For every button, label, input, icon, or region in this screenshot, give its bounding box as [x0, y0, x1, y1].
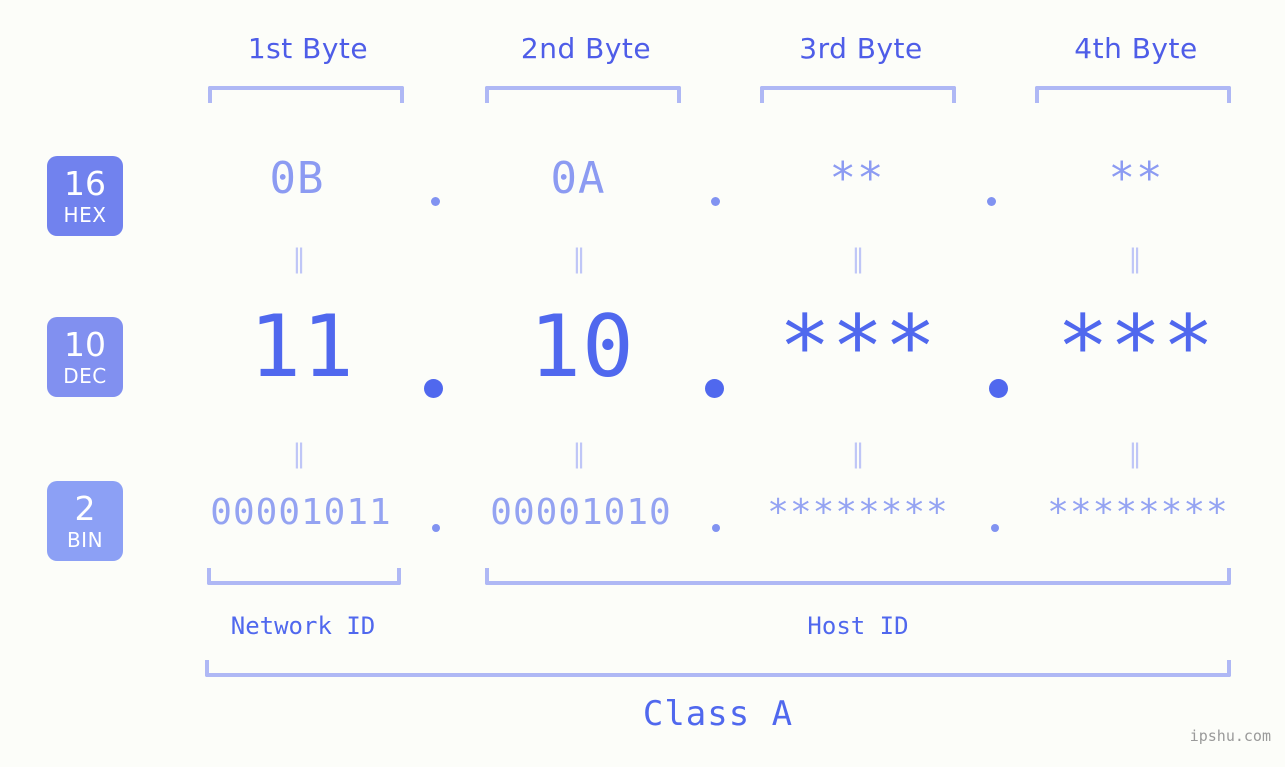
hex-byte-4: **	[1108, 153, 1164, 204]
network-id-bracket	[207, 568, 401, 585]
bin-dot-2	[712, 524, 720, 532]
equals-mark-dec-bin-2: ‖	[572, 439, 588, 469]
byte-header-3: 3rd Byte	[799, 32, 923, 65]
hex-dot-3	[987, 197, 996, 206]
equals-mark-dec-bin-3: ‖	[851, 439, 867, 469]
dec-byte-4: ***	[1056, 297, 1216, 397]
base-badge-dec-label: DEC	[63, 364, 107, 388]
network-id-label: Network ID	[230, 612, 376, 640]
equals-mark-hex-dec-4: ‖	[1128, 244, 1144, 274]
equals-mark-hex-dec-1: ‖	[292, 244, 308, 274]
base-badge-hex: 16 HEX	[47, 156, 123, 236]
byte-bracket-3	[760, 86, 956, 103]
dec-byte-2: 10	[529, 297, 635, 397]
bin-dot-1	[432, 524, 440, 532]
hex-byte-3: **	[829, 153, 885, 204]
equals-mark-dec-bin-1: ‖	[292, 439, 308, 469]
bin-byte-3: ********	[767, 492, 949, 533]
host-id-label: Host ID	[807, 612, 909, 640]
base-badge-bin-label: BIN	[66, 528, 104, 552]
bin-dot-3	[991, 524, 999, 532]
byte-header-4: 4th Byte	[1074, 32, 1198, 65]
base-badge-hex-number: 16	[64, 164, 106, 203]
base-badge-bin-number: 2	[74, 489, 96, 528]
ip-address-breakdown-diagram: 1st Byte 2nd Byte 3rd Byte 4th Byte 16 H…	[0, 0, 1285, 767]
equals-mark-hex-dec-3: ‖	[851, 244, 867, 274]
site-watermark: ipshu.com	[1189, 727, 1271, 745]
equals-mark-dec-bin-4: ‖	[1128, 439, 1144, 469]
byte-header-1: 1st Byte	[247, 32, 369, 65]
bin-byte-1: 00001011	[210, 492, 392, 533]
byte-bracket-2	[485, 86, 681, 103]
hex-dot-1	[431, 197, 440, 206]
base-badge-dec: 10 DEC	[47, 317, 123, 397]
equals-mark-hex-dec-2: ‖	[572, 244, 588, 274]
bin-byte-2: 00001010	[490, 492, 672, 533]
dec-dot-2	[705, 379, 724, 398]
byte-bracket-1	[208, 86, 404, 103]
dec-dot-3	[989, 379, 1008, 398]
base-badge-hex-label: HEX	[63, 203, 107, 227]
byte-header-2: 2nd Byte	[520, 32, 652, 65]
dec-dot-1	[424, 379, 443, 398]
hex-byte-1: 0B	[269, 153, 325, 204]
class-bracket	[205, 660, 1231, 677]
byte-bracket-4	[1035, 86, 1231, 103]
base-badge-dec-number: 10	[64, 325, 106, 364]
bin-byte-4: ********	[1047, 492, 1229, 533]
class-label: Class A	[642, 694, 794, 734]
hex-byte-2: 0A	[550, 153, 606, 204]
base-badge-bin: 2 BIN	[47, 481, 123, 561]
hex-dot-2	[711, 197, 720, 206]
dec-byte-1: 11	[249, 297, 355, 397]
dec-byte-3: ***	[778, 297, 938, 397]
host-id-bracket	[485, 568, 1231, 585]
